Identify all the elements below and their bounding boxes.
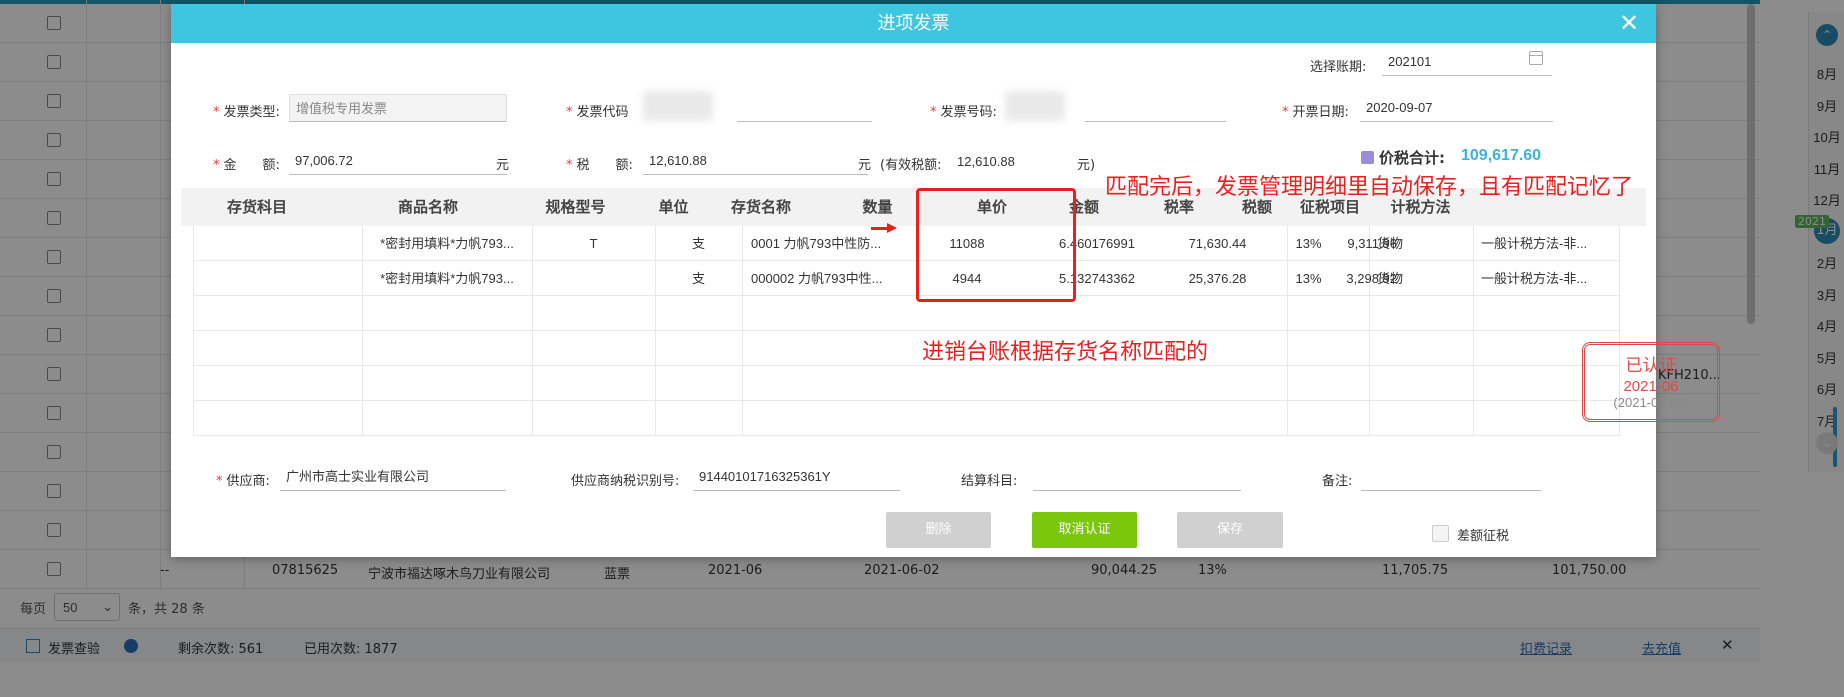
arrow-icon (871, 223, 897, 233)
table-cell: 支 (691, 271, 705, 286)
modal-title: 进项发票 (877, 13, 950, 34)
invoice-code-input[interactable] (737, 94, 872, 122)
column-header: 单位 (658, 198, 689, 216)
effective-tax-label: (有效税额: (880, 158, 942, 173)
table-cell (193, 261, 362, 296)
table-cell (193, 226, 362, 261)
column-header: 存货科目 (226, 198, 287, 216)
delete-button[interactable]: 删除 (886, 512, 991, 548)
amount-input[interactable]: 97,006.72 (289, 147, 507, 175)
annotation-middle: 进销台账根据存货名称匹配的 (922, 340, 1209, 365)
highlight-box (916, 188, 1076, 302)
table-row[interactable] (193, 366, 1619, 401)
table-cell: 一般计税方法-非... (1481, 271, 1588, 286)
cancel-certification-button[interactable]: 取消认证 (1032, 512, 1137, 548)
table-cell: 000002 力帆793中性... (751, 271, 883, 286)
column-header: 存货名称 (730, 198, 791, 216)
table-cell (532, 261, 655, 296)
stamp-status: 已认证 (1625, 356, 1677, 376)
table-cell: T (589, 236, 598, 251)
supplier-tax-id-input[interactable]: 91440101716325361Y (693, 463, 900, 491)
invoice-type-label: * 发票类型: (213, 105, 280, 120)
period-input[interactable]: 202101 (1382, 48, 1552, 76)
table-cell: 货物 (1377, 236, 1404, 251)
tax-input[interactable]: 12,610.88 (643, 147, 868, 175)
table-cell: 货物 (1377, 271, 1404, 286)
invoice-date-input[interactable]: 2020-09-07 (1360, 94, 1553, 122)
table-row[interactable] (193, 331, 1619, 366)
effective-tax-value: 12,610.88 (957, 154, 1015, 169)
table-cell: 71,630.44 (1188, 236, 1247, 251)
invoice-modal: 进项发票 ✕ 选择账期: 202101 * 发票类型: 增值税专用发票 * 发票代码… (171, 4, 1720, 557)
amount-unit: 元 (496, 158, 510, 173)
invoice-code-blurred (643, 91, 713, 121)
invoice-number-input[interactable] (1085, 94, 1226, 122)
amount-label: * 金 额: (213, 158, 280, 173)
table-cell: *密封用填料*力帆793... (380, 236, 514, 251)
invoice-date-label: * 开票日期: (1282, 105, 1349, 120)
annotation-top: 匹配完后，发票管理明细里自动保存，且有匹配记忆了 (1105, 175, 1634, 200)
table-cell: 0001 力帆793中性防... (751, 236, 882, 251)
modal-header: 进项发票 ✕ (171, 4, 1656, 43)
invoice-type-input[interactable]: 增值税专用发票 (289, 94, 507, 122)
total-label: 价税合计: (1379, 149, 1445, 167)
diff-tax-label: 差额征税 (1457, 529, 1510, 544)
table-col-divider (1473, 226, 1474, 436)
table-row[interactable] (193, 296, 1619, 331)
table-cell: 25,376.28 (1188, 271, 1247, 286)
table-row[interactable] (193, 401, 1619, 436)
tax-label: * 税 额: (566, 158, 633, 173)
stamp-period: 2021-06 (1623, 378, 1679, 395)
table-cell: 支 (691, 236, 705, 251)
certified-stamp: 已认证 2021-06 (2021-07-02) (1582, 342, 1720, 422)
table-cell: *密封用填料*力帆793... (380, 271, 514, 286)
supplier-label: * 供应商: (216, 474, 270, 489)
column-header: 商品名称 (397, 198, 458, 216)
save-button[interactable]: 保存 (1177, 512, 1283, 548)
invoice-code-label: * 发票代码 (566, 105, 629, 120)
invoice-number-blurred (1005, 91, 1065, 121)
remark-input[interactable] (1361, 463, 1541, 491)
tax-unit: 元 (858, 158, 872, 173)
settle-account-label: 结算科目: (961, 474, 1018, 489)
effective-tax-unit: 元) (1077, 158, 1096, 173)
total-icon (1361, 151, 1374, 164)
table-col-divider (742, 226, 743, 436)
total-value: 109,617.60 (1461, 147, 1542, 164)
invoice-number-label: * 发票号码: (930, 105, 997, 120)
close-icon[interactable]: ✕ (1614, 4, 1644, 43)
table-cell: 一般计税方法-非... (1481, 236, 1588, 251)
calendar-icon[interactable] (1529, 51, 1543, 65)
settle-account-input[interactable] (1033, 463, 1241, 491)
supplier-tax-id-label: 供应商纳税识别号: (571, 474, 680, 489)
diff-tax-checkbox[interactable] (1432, 525, 1449, 542)
column-header: 规格型号 (545, 198, 606, 216)
stamp-date: (2021-07-02) (1613, 395, 1689, 410)
period-label: 选择账期: (1310, 60, 1367, 75)
remark-label: 备注: (1322, 474, 1353, 489)
supplier-input[interactable]: 广州市高士实业有限公司 (280, 463, 506, 491)
